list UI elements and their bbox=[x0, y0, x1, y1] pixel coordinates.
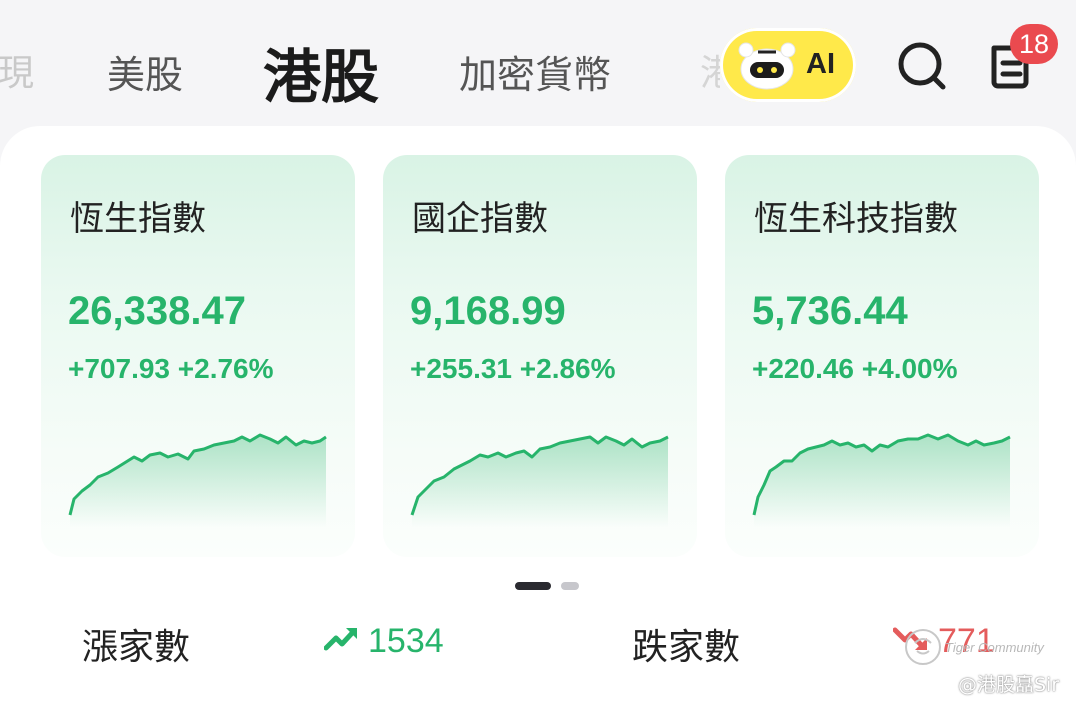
tab-hk-stocks[interactable]: 港股 bbox=[263, 30, 379, 114]
index-price: 5,736.44 bbox=[752, 289, 908, 333]
decliners-label: 跌家數 bbox=[632, 627, 741, 668]
sparkline-chart bbox=[68, 433, 327, 527]
sparkline-chart bbox=[752, 433, 1011, 527]
ai-assistant-button[interactable]: AI bbox=[720, 28, 856, 102]
market-tab-bar: 現 美股 港股 加密貨幣 港 AI 18 bbox=[0, 0, 1076, 130]
advancers-label: 漲家數 bbox=[82, 627, 191, 668]
trend-up-icon bbox=[324, 628, 357, 651]
index-change: +220.46 +4.00% bbox=[752, 353, 958, 384]
index-change: +255.31 +2.86% bbox=[410, 353, 616, 384]
tab-partial-right[interactable]: 港 bbox=[700, 44, 720, 96]
notification-badge: 18 bbox=[1010, 24, 1058, 64]
index-card-hscei[interactable]: 國企指數 9,168.99 +255.31 +2.86% bbox=[383, 155, 697, 557]
tab-crypto[interactable]: 加密貨幣 bbox=[459, 44, 611, 99]
pager-dot-active[interactable] bbox=[515, 582, 551, 590]
tab-us-stocks[interactable]: 美股 bbox=[107, 44, 183, 99]
index-price: 9,168.99 bbox=[410, 289, 566, 333]
tiger-logo-icon bbox=[905, 629, 941, 665]
tab-partial-left[interactable]: 現 bbox=[0, 44, 38, 96]
sparkline-chart bbox=[410, 435, 669, 527]
index-price: 26,338.47 bbox=[68, 289, 246, 333]
index-name: 恆生科技指數 bbox=[754, 199, 958, 239]
index-name: 恆生指數 bbox=[70, 199, 206, 239]
index-card-hstech[interactable]: 恆生科技指數 5,736.44 +220.46 +4.00% bbox=[725, 155, 1039, 557]
index-card-hsi[interactable]: 恆生指數 26,338.47 +707.93 +2.76% bbox=[41, 155, 355, 557]
index-name: 國企指數 bbox=[412, 199, 548, 239]
watermark-brand: Tiger Community bbox=[945, 640, 1044, 655]
watermark-author: @港股矗Sir bbox=[958, 674, 1060, 696]
advancers-count: 1534 bbox=[368, 622, 444, 660]
search-icon[interactable] bbox=[896, 40, 948, 92]
index-change: +707.93 +2.76% bbox=[68, 353, 274, 384]
pager-dot[interactable] bbox=[561, 582, 579, 590]
ai-label: AI bbox=[806, 48, 835, 80]
robot-icon bbox=[738, 42, 796, 90]
